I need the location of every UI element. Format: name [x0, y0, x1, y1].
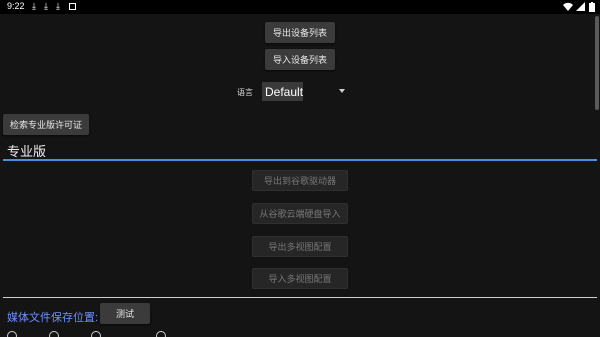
language-label: 语言	[237, 88, 253, 97]
dropdown-arrow-icon[interactable]	[339, 89, 345, 93]
wifi-icon	[563, 2, 573, 11]
section-divider	[3, 297, 597, 298]
scrollbar[interactable]	[595, 16, 599, 110]
export-multiview-button[interactable]: 导出多视图配置	[252, 236, 348, 257]
download-icon: ⤓	[32, 1, 36, 11]
download-icon: ⤓	[56, 1, 60, 11]
retrieve-license-button[interactable]: 检索专业版许可证	[3, 114, 89, 135]
radio-option[interactable]	[91, 331, 101, 337]
status-time: 9:22	[7, 1, 25, 11]
import-multiview-button[interactable]: 导入多视图配置	[252, 268, 348, 289]
export-google-drive-button[interactable]: 导出到谷歌驱动器	[252, 170, 348, 191]
radio-option[interactable]	[156, 331, 166, 337]
status-bar: 9:22 ⤓ ⤓ ⤓	[0, 0, 600, 14]
media-save-location-label: 媒体文件保存位置:	[7, 312, 99, 324]
pro-section-title: 专业版	[7, 144, 47, 159]
import-device-list-button[interactable]: 导入设备列表	[265, 49, 335, 70]
download-icon: ⤓	[44, 1, 48, 11]
radio-option[interactable]	[7, 331, 17, 337]
battery-icon	[589, 2, 595, 12]
radio-option[interactable]	[49, 331, 59, 337]
notification-icon	[69, 3, 76, 10]
export-device-list-button[interactable]: 导出设备列表	[265, 22, 335, 43]
test-button[interactable]: 测试	[100, 303, 150, 324]
language-select[interactable]: Default	[262, 82, 303, 101]
pro-section-underline	[3, 159, 597, 161]
signal-icon	[576, 2, 585, 11]
import-google-drive-button[interactable]: 从谷歌云端硬盘导入	[252, 203, 348, 224]
